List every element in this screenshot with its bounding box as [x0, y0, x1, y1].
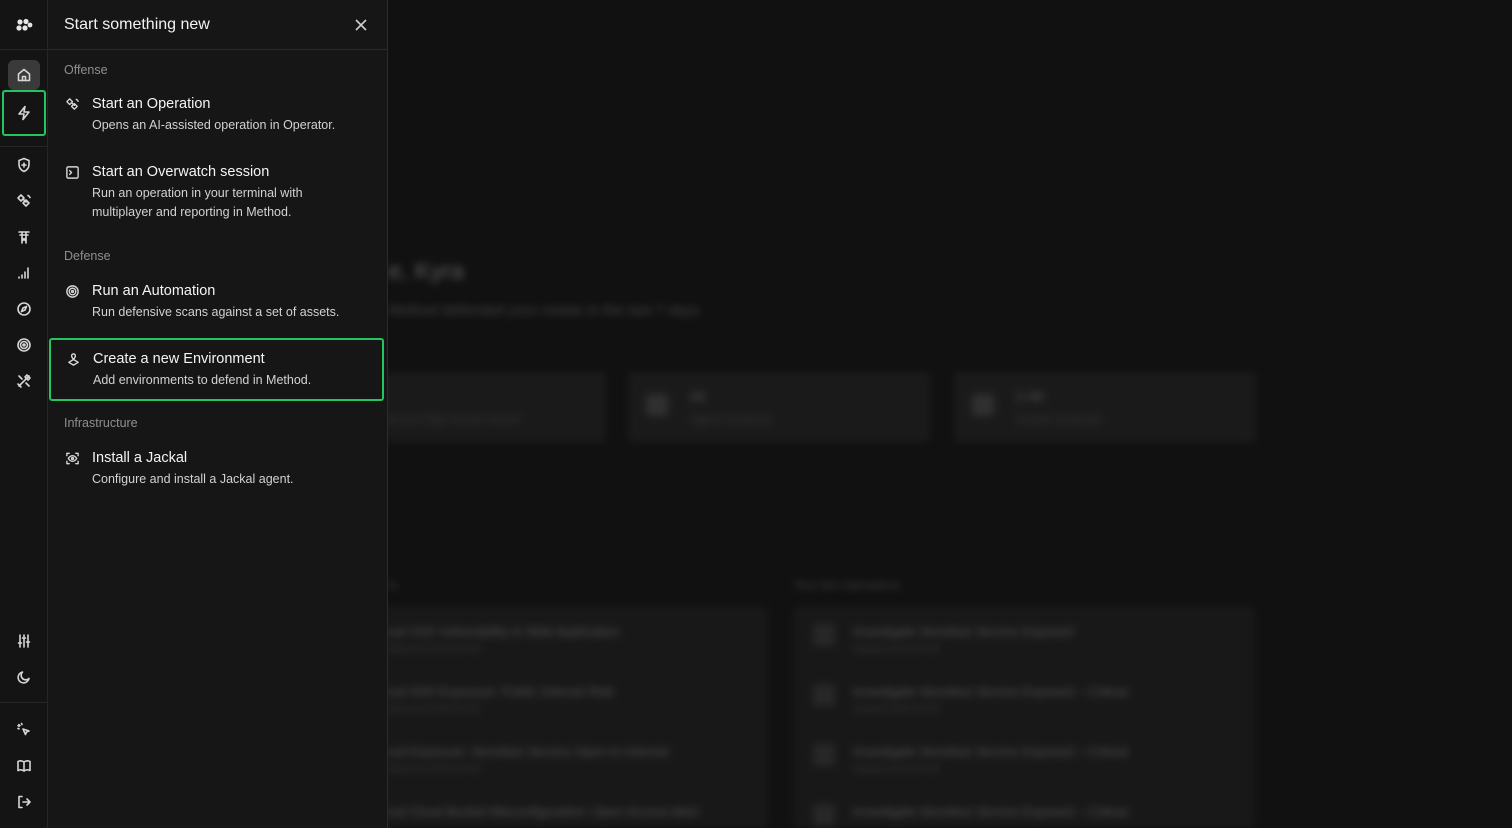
book-icon[interactable]	[8, 751, 40, 781]
close-button[interactable]	[351, 15, 371, 35]
item-title: Start an Overwatch session	[92, 164, 270, 180]
operations-heading: Your live Operations	[793, 578, 901, 592]
radar-icon	[65, 284, 80, 299]
item-title: Create a new Environment	[93, 351, 265, 367]
warning-icon	[972, 394, 994, 416]
issues-list: ical XSS Vulnerability in Web Applicatio…	[388, 606, 768, 828]
compass-icon[interactable]	[8, 294, 40, 324]
radar-icon[interactable]	[8, 330, 40, 360]
item-description: Run an operation in your terminal with m…	[92, 186, 303, 219]
tools-icon[interactable]	[8, 366, 40, 396]
stat-number: 44	[690, 388, 706, 404]
start-overwatch-item[interactable]: Start an Overwatch session Run an operat…	[48, 152, 388, 232]
item-title: Install a Jackal	[92, 450, 188, 466]
stat-card-assets: 2.4K Assets scanned	[954, 372, 1256, 442]
rail-divider	[0, 146, 48, 147]
item-description: Configure and install a Jackal agent.	[92, 472, 294, 486]
home-icon[interactable]	[8, 60, 40, 90]
sparkle-cursor-icon[interactable]	[8, 715, 40, 745]
item-title: Run an Automation	[92, 283, 216, 299]
tower-icon[interactable]	[8, 222, 40, 252]
rail-divider	[0, 702, 48, 703]
stat-label: Agent sessions	[690, 412, 772, 426]
greeting-heading: e, Kyra	[388, 258, 465, 285]
greeting-subtitle: Method defended your estate in the last …	[388, 302, 700, 319]
stat-label: Assets scanned	[1016, 412, 1101, 426]
start-something-new-panel: Start something new Offense Start an Ope…	[48, 0, 388, 828]
start-operation-item[interactable]: Start an Operation Opens an AI-assisted …	[48, 84, 388, 145]
operations-list: Investigate Sensitive Service Exposed St…	[793, 606, 1255, 828]
create-environment-item[interactable]: Create a new Environment Add environment…	[49, 338, 384, 401]
list-item: Investigate Sensitive Service Exposed – …	[793, 786, 1255, 828]
logo-icon[interactable]	[0, 0, 48, 50]
item-description: Opens an AI-assisted operation in Operat…	[92, 118, 336, 132]
logout-icon[interactable]	[8, 787, 40, 817]
signal-icon[interactable]	[8, 258, 40, 288]
satellite-icon[interactable]	[8, 186, 40, 216]
list-item: ical SSH Exposure: Public Internet Risk …	[388, 684, 614, 715]
icon-rail	[0, 0, 48, 828]
terminal-icon	[65, 165, 80, 180]
issues-heading: ts	[388, 578, 398, 592]
scan-eye-icon	[65, 451, 80, 466]
run-automation-item[interactable]: Run an Automation Run defensive scans ag…	[48, 271, 388, 332]
stat-card-sessions: 44 Agent sessions	[628, 372, 930, 442]
shield-icon[interactable]	[8, 150, 40, 180]
sliders-icon[interactable]	[8, 626, 40, 656]
stat-label: ical and High Issues found	[388, 412, 519, 426]
agent-icon	[646, 394, 668, 416]
panel-title: Start something new	[64, 15, 210, 33]
item-title: Start an Operation	[92, 96, 211, 112]
item-description: Run defensive scans against a set of ass…	[92, 305, 340, 319]
lightning-icon[interactable]	[2, 90, 46, 136]
panel-header: Start something new	[48, 0, 387, 50]
list-item: Investigate Sensitive Service Exposed – …	[793, 666, 1255, 716]
satellite-icon	[65, 97, 80, 112]
stat-card-issues: ical and High Issues found	[388, 372, 606, 442]
install-jackal-item[interactable]: Install a Jackal Configure and install a…	[48, 438, 388, 499]
section-label-defense: Defense	[64, 249, 111, 263]
list-item: Investigate Sensitive Service Exposed – …	[793, 726, 1255, 776]
map-pin-icon	[66, 352, 81, 367]
section-label-infrastructure: Infrastructure	[64, 416, 138, 430]
close-icon	[355, 18, 367, 31]
section-label-offense: Offense	[64, 63, 108, 77]
list-item: ical Exposure: Sensitive Service Open to…	[388, 744, 669, 775]
stat-number: 2.4K	[1016, 388, 1045, 404]
list-item: ical XSS Vulnerability in Web Applicatio…	[388, 624, 620, 655]
moon-icon[interactable]	[8, 662, 40, 692]
list-item: ical Cloud Bucket Misconfiguration: Open…	[388, 804, 699, 819]
item-description: Add environments to defend in Method.	[93, 373, 312, 387]
background-dashboard: e, Kyra Method defended your estate in t…	[388, 0, 1512, 828]
list-item: Investigate Sensitive Service Exposed St…	[793, 606, 1255, 656]
